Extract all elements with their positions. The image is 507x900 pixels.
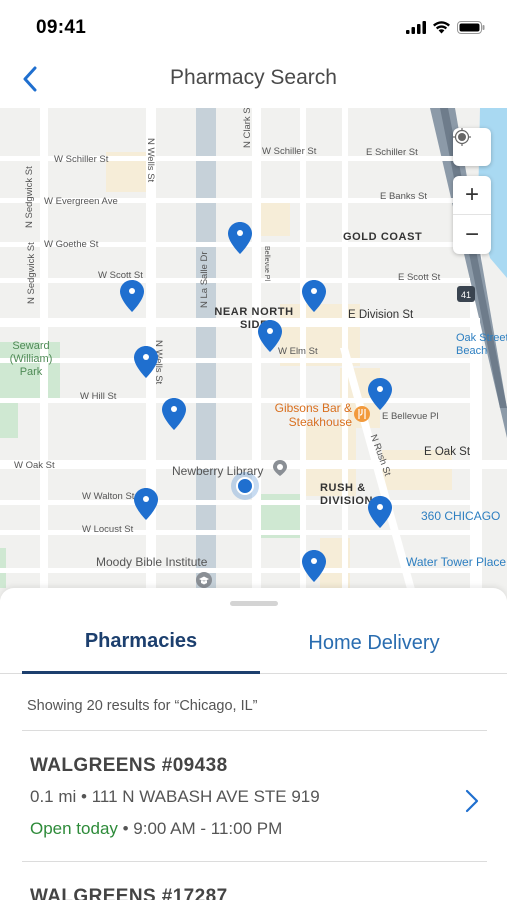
status-bar: 09:41: [0, 0, 507, 56]
cellular-signal-icon: [406, 20, 426, 34]
map-canvas: 41: [0, 108, 507, 600]
street-label: E Scott St: [398, 272, 441, 283]
pharmacy-pin[interactable]: [368, 496, 392, 528]
pharmacy-pin[interactable]: [258, 320, 282, 352]
pharmacy-pin[interactable]: [228, 222, 252, 254]
results-sheet: Pharmacies Home Delivery Showing 20 resu…: [0, 588, 507, 900]
poi-label: Oak Street Beach: [456, 332, 507, 357]
battery-icon: [457, 20, 485, 34]
street-label: N Sedgwick St: [24, 166, 35, 228]
pharmacy-hours: Open today • 9:00 AM - 11:00 PM: [30, 819, 282, 839]
street-label: E Banks St: [380, 191, 427, 202]
sheet-drag-handle[interactable]: [230, 601, 278, 606]
street-label: N La Salle Dr: [199, 251, 210, 309]
area-label: GOLD COAST: [343, 231, 423, 243]
pharmacy-pin[interactable]: [134, 346, 158, 378]
pharmacy-address: 0.1 mi • 111 N WABASH AVE STE 919: [30, 787, 320, 806]
street-label: N Sedgwick St: [26, 242, 37, 304]
results-count-text: Showing 20 results for “Chicago, IL”: [27, 698, 258, 714]
landmark-icon: [273, 460, 287, 476]
pharmacy-name: WALGREENS #17287: [30, 886, 228, 900]
street-label: W Hill St: [80, 391, 117, 402]
street-label: E Division St: [348, 309, 414, 321]
open-status: Open today: [30, 819, 118, 838]
poi-label: 360 CHICAGO: [421, 509, 501, 523]
street-label: E Schiller St: [366, 147, 418, 158]
street-label: W Elm St: [278, 346, 318, 357]
tab-home-delivery[interactable]: Home Delivery: [262, 612, 486, 674]
poi-label: Gibsons Bar & Steakhouse: [274, 401, 352, 429]
pharmacy-pin[interactable]: [302, 280, 326, 312]
results-tabs: Pharmacies Home Delivery: [0, 612, 507, 674]
chevron-right-icon: [465, 789, 479, 813]
street-label: W Evergreen Ave: [44, 196, 118, 207]
pharmacy-list-item[interactable]: WALGREENS #09438 0.1 mi • 111 N WABASH A…: [0, 731, 507, 861]
status-icons: [406, 20, 485, 34]
map-view[interactable]: 41 W Schiller St W Evergreen Ave W Goeth…: [0, 108, 507, 600]
street-label: W Oak St: [14, 460, 55, 471]
current-location-dot: [236, 477, 254, 495]
street-label: N Wells St: [145, 138, 156, 183]
area-label: NEAR NORTH SIDE: [214, 306, 294, 331]
pharmacy-pin[interactable]: [302, 550, 326, 582]
street-label: W Walton St: [82, 491, 135, 502]
current-location-marker: [231, 472, 259, 500]
tab-pharmacies[interactable]: Pharmacies: [22, 612, 260, 674]
hours-text: • 9:00 AM - 11:00 PM: [117, 819, 283, 838]
school-icon: [196, 572, 212, 588]
street-label: E Oak St: [424, 446, 471, 458]
svg-text:41: 41: [461, 290, 471, 300]
pharmacy-pin[interactable]: [120, 280, 144, 312]
street-label: N Clark St: [242, 108, 253, 148]
nav-bar: Pharmacy Search: [0, 56, 507, 108]
street-label: W Goethe St: [44, 239, 99, 250]
status-time: 09:41: [36, 17, 87, 38]
wifi-icon: [433, 21, 450, 34]
pharmacy-pin[interactable]: [162, 398, 186, 430]
poi-label: Moody Bible Institute: [96, 555, 208, 569]
zoom-out-button[interactable]: −: [453, 215, 491, 254]
locate-me-button[interactable]: [453, 128, 491, 166]
street-label: W Schiller St: [262, 146, 317, 157]
pharmacy-pin[interactable]: [368, 378, 392, 410]
pharmacy-list-item[interactable]: WALGREENS #17287: [0, 862, 507, 900]
zoom-controls: + −: [453, 176, 491, 254]
poi-label: Seward (William) Park: [9, 340, 53, 378]
street-label: Bellevue Pl: [263, 246, 270, 282]
page-title: Pharmacy Search: [170, 66, 337, 89]
poi-label: Water Tower Place: [406, 555, 507, 569]
crosshair-icon: [453, 128, 471, 146]
pharmacy-pin[interactable]: [134, 488, 158, 520]
zoom-in-button[interactable]: +: [453, 176, 491, 215]
street-label: W Schiller St: [54, 154, 109, 165]
street-label: W Locust St: [82, 524, 134, 535]
street-label: E Bellevue Pl: [382, 411, 439, 422]
pharmacy-name: WALGREENS #09438: [30, 755, 228, 776]
